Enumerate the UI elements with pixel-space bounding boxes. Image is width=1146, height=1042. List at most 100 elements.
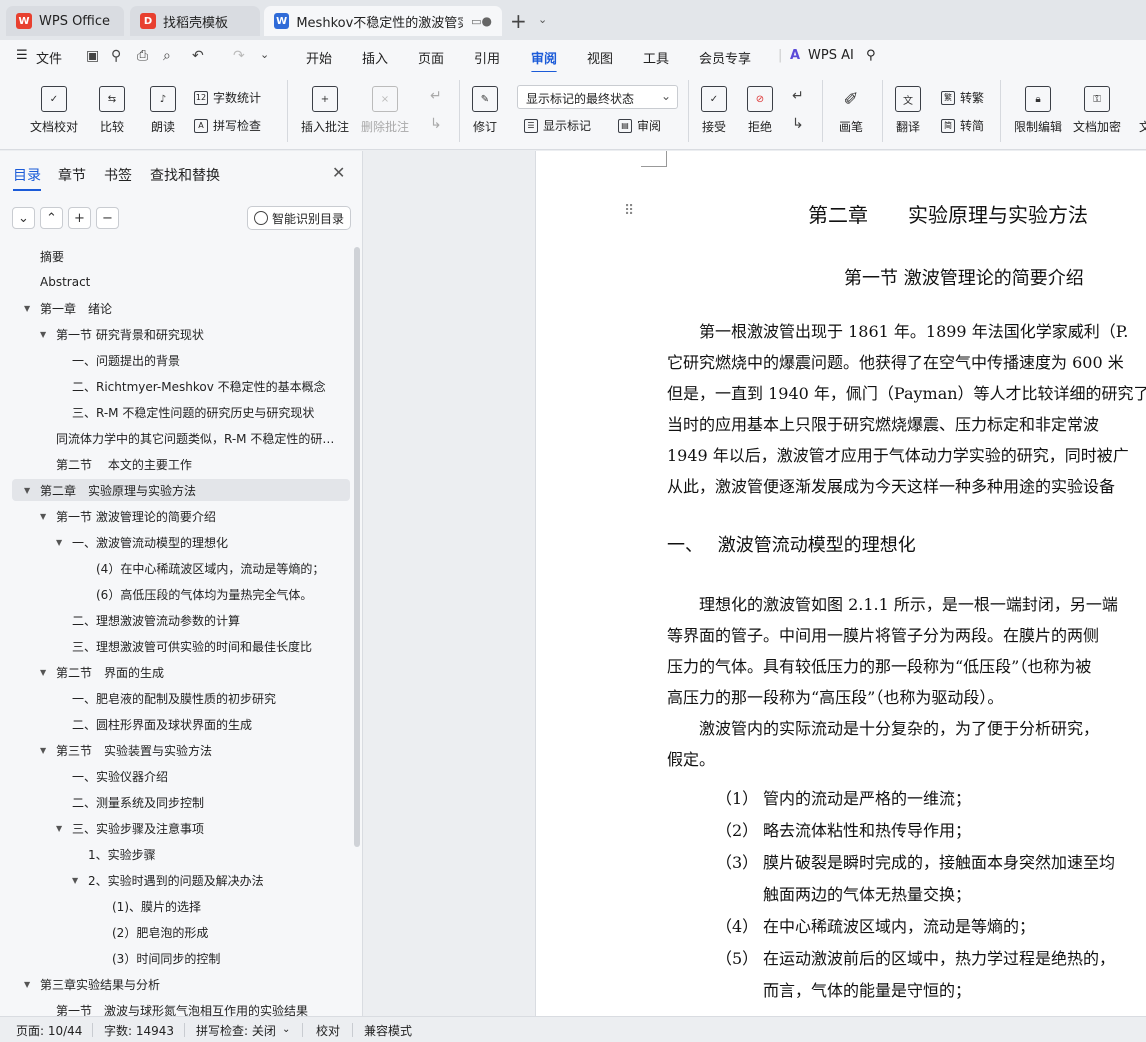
- list-number[interactable]: （5）: [716, 945, 758, 969]
- expand-chevron-up-icon[interactable]: ⌃: [40, 207, 63, 229]
- share-icon[interactable]: ⚲: [111, 48, 121, 64]
- expand-triangle-icon[interactable]: ▼: [40, 746, 50, 755]
- toc-item[interactable]: (4）在中心稀疏波区域内，流动是等熵的；: [0, 557, 340, 579]
- menu-member[interactable]: 会员专享: [699, 48, 751, 67]
- next-comment-icon[interactable]: ↳: [430, 116, 442, 132]
- toc-item[interactable]: ▼ 第三章实验结果与分析: [0, 973, 340, 995]
- pen-button[interactable]: ✐ 画笔: [838, 86, 864, 135]
- expand-triangle-icon[interactable]: ▼: [40, 668, 50, 677]
- spell-check-chevron-icon[interactable]: ⌄: [282, 1024, 290, 1035]
- list-item-text[interactable]: 在运动激波前后的区域中，热力学过程是绝热的，: [763, 945, 1115, 969]
- smart-toc-button[interactable]: 智能识别目录: [247, 206, 351, 230]
- close-icon[interactable]: ✕: [332, 163, 345, 182]
- toc-item[interactable]: ▼ 第二节 界面的生成: [0, 661, 340, 683]
- restrict-edit-button[interactable]: 🔒︎ 限制编辑: [1014, 86, 1062, 135]
- paragraph-line[interactable]: 压力的气体。具有较低压力的那一段称为“低压段”（也称为被: [667, 653, 1091, 677]
- accept-button[interactable]: ✓ 接受: [701, 86, 727, 135]
- toc-item[interactable]: 二、圆柱形界面及球状界面的生成: [0, 713, 340, 735]
- list-number[interactable]: （3）: [716, 849, 758, 873]
- delete-comment-button[interactable]: × 删除批注: [361, 86, 409, 135]
- list-item-text[interactable]: 而言，气体的能量是守恒的；: [763, 977, 971, 1001]
- expand-triangle-icon[interactable]: ▼: [24, 304, 34, 313]
- toc-item[interactable]: ▼ 第二章 实验原理与实验方法: [12, 479, 350, 501]
- to-traditional-button[interactable]: 繁 转繁: [941, 89, 984, 106]
- word-count-button[interactable]: 12 字数统计: [194, 89, 261, 106]
- tab-find-replace[interactable]: 查找和替换: [150, 165, 220, 185]
- toc-item[interactable]: 二、Richtmyer-Meshkov 不稳定性的基本概念: [0, 375, 340, 397]
- word-count[interactable]: 字数: 14943: [104, 1022, 174, 1039]
- encrypt-doc-button[interactable]: ⚿ 文档加密: [1073, 86, 1121, 135]
- list-item-text[interactable]: 管内的流动是严格的一维流；: [763, 785, 971, 809]
- menu-references[interactable]: 引用: [474, 48, 500, 67]
- prev-comment-icon[interactable]: ↵: [430, 88, 442, 104]
- tab-current-document[interactable]: W Meshkov不稳定性的激波管实 ▭ ●: [264, 6, 502, 36]
- track-changes-button[interactable]: ✎ 修订: [472, 86, 498, 135]
- expand-triangle-icon[interactable]: ▼: [56, 824, 66, 833]
- subsection-heading[interactable]: 一、 激波管流动模型的理想化: [667, 531, 916, 557]
- expand-triangle-icon[interactable]: ▼: [40, 512, 50, 521]
- spell-check-button[interactable]: A 拼写检查: [194, 117, 261, 134]
- next-change-icon[interactable]: ↳: [792, 116, 804, 132]
- tab-toc[interactable]: 目录: [13, 165, 41, 191]
- menu-home[interactable]: 开始: [306, 48, 332, 67]
- toc-item[interactable]: 摘要: [0, 245, 340, 267]
- toc-item[interactable]: ▼ 2、实验时遇到的问题及解决办法: [0, 869, 340, 891]
- tab-docer-template[interactable]: D 找稻壳模板: [130, 6, 260, 36]
- menu-review[interactable]: 审阅: [531, 48, 558, 74]
- print-icon[interactable]: ⎙: [137, 48, 148, 64]
- tab-bookmarks[interactable]: 书签: [104, 165, 132, 185]
- toc-item[interactable]: 第一节 激波与球形氮气泡相互作用的实验结果: [0, 999, 340, 1017]
- list-item-text[interactable]: 触面两边的气体无热量交换；: [763, 881, 971, 905]
- toc-item[interactable]: ▼ 第一章 绪论: [0, 297, 340, 319]
- expand-triangle-icon[interactable]: ▼: [24, 486, 34, 495]
- paragraph-line[interactable]: 第一根激波管出现于 1861 年。1899 年法国化学家威利（P.: [667, 318, 1128, 342]
- toc-item[interactable]: 三、理想激波管可供实验的时间和最佳长度比: [0, 635, 340, 657]
- paragraph-line[interactable]: 1949 年以后，激波管才应用于气体动力学实验的研究，同时被广: [667, 442, 1129, 466]
- toc-item[interactable]: (6）高低压段的气体均为量热完全气体。: [0, 583, 340, 605]
- new-tab-button[interactable]: +: [510, 9, 527, 33]
- toc-item[interactable]: Abstract: [0, 271, 340, 293]
- menu-view[interactable]: 视图: [587, 48, 613, 67]
- search-icon[interactable]: ⚲: [866, 48, 876, 63]
- unsaved-dot-icon[interactable]: ●: [482, 14, 492, 28]
- redo-icon[interactable]: ↷: [233, 48, 245, 64]
- list-item-text[interactable]: 略去流体粘性和热传导作用；: [763, 817, 971, 841]
- print-preview-icon[interactable]: ⌕: [163, 48, 171, 64]
- toc-item[interactable]: (3）时间同步的控制: [0, 947, 340, 969]
- paragraph-line[interactable]: 理想化的激波管如图 2.1.1 所示，是一根一端封闭，另一端: [667, 591, 1118, 615]
- toc-item[interactable]: ▼ 第三节 实验装置与实验方法: [0, 739, 340, 761]
- paragraph-line[interactable]: 它研究燃烧中的爆震问题。他获得了在空气中传播速度为 600 米: [667, 349, 1124, 373]
- paragraph-line[interactable]: 当时的应用基本上只限于研究燃烧爆震、压力标定和非定常波: [667, 411, 1099, 435]
- toc-item[interactable]: (2）肥皂泡的形成: [0, 921, 340, 943]
- toc-item[interactable]: 一、肥皂液的配制及膜性质的初步研究: [0, 687, 340, 709]
- expand-triangle-icon[interactable]: ▼: [24, 980, 34, 989]
- toc-item[interactable]: 一、问题提出的背景: [0, 349, 340, 371]
- toc-item[interactable]: ▼ 第一节 研究背景和研究现状: [0, 323, 340, 345]
- show-markup-button[interactable]: ☰ 显示标记: [524, 117, 591, 134]
- section-heading[interactable]: 第一节 激波管理论的简要介绍: [844, 264, 1084, 290]
- reject-button[interactable]: ⊘ 拒绝: [747, 86, 773, 135]
- paragraph-line[interactable]: 假定。: [667, 746, 715, 770]
- more-ribbon-button[interactable]: 文: [1132, 86, 1146, 135]
- page-count[interactable]: 页面: 10/44: [16, 1022, 82, 1039]
- save-icon[interactable]: ▣: [86, 48, 99, 64]
- to-simplified-button[interactable]: 简 转简: [941, 117, 984, 134]
- expand-triangle-icon[interactable]: ▼: [72, 876, 82, 885]
- toc-item[interactable]: 第二节 本文的主要工作: [0, 453, 340, 475]
- translate-button[interactable]: 文 翻译: [895, 86, 921, 135]
- chapter-heading[interactable]: 第二章 实验原理与实验方法: [808, 199, 1088, 228]
- add-heading-icon[interactable]: +: [68, 207, 91, 229]
- insert-comment-button[interactable]: + 插入批注: [301, 86, 349, 135]
- menu-insert[interactable]: 插入: [362, 48, 388, 67]
- paragraph-line[interactable]: 等界面的管子。中间用一膜片将管子分为两段。在膜片的两侧: [667, 622, 1099, 646]
- remove-heading-icon[interactable]: −: [96, 207, 119, 229]
- document-page[interactable]: 第二章 实验原理与实验方法 第一节 激波管理论的简要介绍 一、 激波管流动模型的…: [535, 151, 1146, 1016]
- list-item-text[interactable]: 在中心稀疏波区域内，流动是等熵的；: [763, 913, 1035, 937]
- monitor-icon[interactable]: ▭: [471, 15, 481, 28]
- toc-item[interactable]: ▼ 第一节 激波管理论的简要介绍: [0, 505, 340, 527]
- list-item-text[interactable]: 膜片破裂是瞬时完成的，接触面本身突然加速至均: [763, 849, 1115, 873]
- toc-item[interactable]: 一、实验仪器介绍: [0, 765, 340, 787]
- prev-change-icon[interactable]: ↵: [792, 88, 804, 104]
- collapse-chevron-down-icon[interactable]: ⌄: [12, 207, 35, 229]
- compare-button[interactable]: ⇆ 比较: [99, 86, 125, 135]
